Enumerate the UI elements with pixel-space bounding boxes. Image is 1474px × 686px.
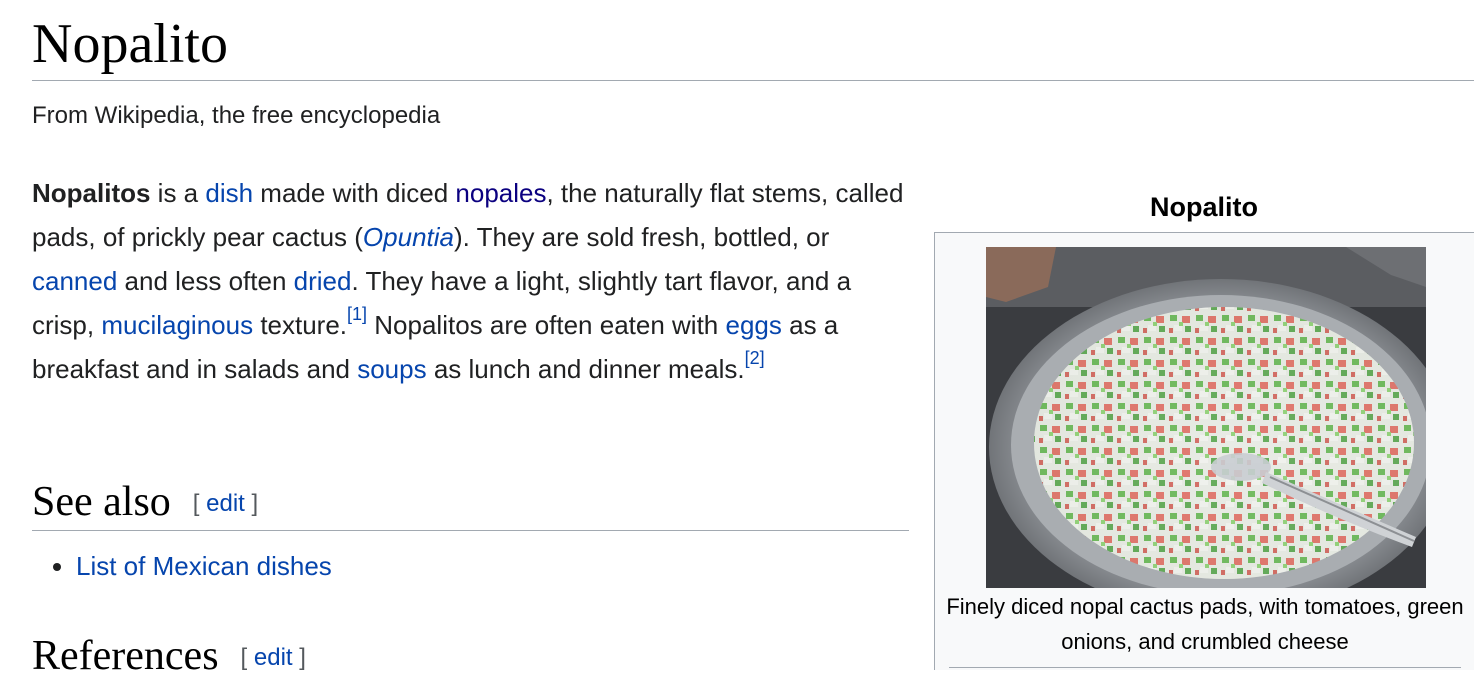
- reference-1-link[interactable]: [1]: [347, 304, 367, 324]
- link-list-of-mexican-dishes[interactable]: List of Mexican dishes: [76, 551, 332, 581]
- reference-1[interactable]: [1]: [347, 304, 367, 324]
- link-soups[interactable]: soups: [357, 354, 426, 384]
- heading-text: See also: [32, 479, 171, 525]
- edit-bracket: ]: [251, 490, 259, 517]
- reference-2-link[interactable]: [2]: [745, 348, 765, 368]
- link-mucilaginous[interactable]: mucilaginous: [101, 310, 253, 340]
- nopalito-bowl-photo: [986, 247, 1426, 588]
- link-dried[interactable]: dried: [294, 266, 352, 296]
- infobox-title: Nopalito: [1150, 192, 1258, 222]
- lead-paragraph: Nopalitos is a dish made with diced nopa…: [32, 171, 912, 391]
- link-opuntia-label: Opuntia: [362, 222, 454, 252]
- lead-text: ). They are sold fresh, bottled, or: [454, 222, 830, 252]
- link-dish[interactable]: dish: [205, 178, 253, 208]
- infobox: Finely diced nopal cactus pads, with tom…: [934, 232, 1474, 670]
- reference-2[interactable]: [2]: [745, 348, 765, 368]
- link-opuntia[interactable]: Opuntia: [363, 222, 454, 252]
- lead-text: Nopalitos are often eaten with: [367, 310, 726, 340]
- lead-text: is a: [150, 178, 206, 208]
- edit-bracket: [: [192, 490, 200, 517]
- infobox-image[interactable]: [986, 247, 1426, 588]
- link-nopales[interactable]: nopales: [455, 178, 546, 208]
- link-canned[interactable]: canned: [32, 266, 117, 296]
- section-heading-see-also: See also [ edit ]: [32, 474, 909, 531]
- infobox-divider: [949, 667, 1461, 668]
- list-item: List of Mexican dishes: [32, 544, 332, 588]
- lead-text: and less often: [117, 266, 294, 296]
- bold-term: Nopalitos: [32, 178, 151, 208]
- section-heading-references: References [ edit ]: [32, 628, 909, 686]
- edit-link-see-also[interactable]: edit: [206, 490, 245, 517]
- edit-bracket: [: [240, 644, 248, 671]
- site-tagline: From Wikipedia, the free encyclopedia: [32, 102, 441, 129]
- edit-section: [ edit ]: [241, 644, 306, 671]
- link-eggs[interactable]: eggs: [726, 310, 782, 340]
- heading-text: References: [32, 633, 219, 679]
- title-divider: [32, 80, 1474, 81]
- infobox-caption: Finely diced nopal cactus pads, with tom…: [946, 594, 1464, 654]
- see-also-list: List of Mexican dishes: [32, 544, 332, 588]
- page-title: Nopalito: [32, 13, 228, 75]
- lead-text: texture.: [253, 310, 348, 340]
- edit-link-references[interactable]: edit: [254, 644, 293, 671]
- edit-section: [ edit ]: [193, 490, 258, 517]
- lead-text: made with diced: [253, 178, 456, 208]
- lead-text: as lunch and dinner meals.: [426, 354, 745, 384]
- edit-bracket: ]: [299, 644, 306, 671]
